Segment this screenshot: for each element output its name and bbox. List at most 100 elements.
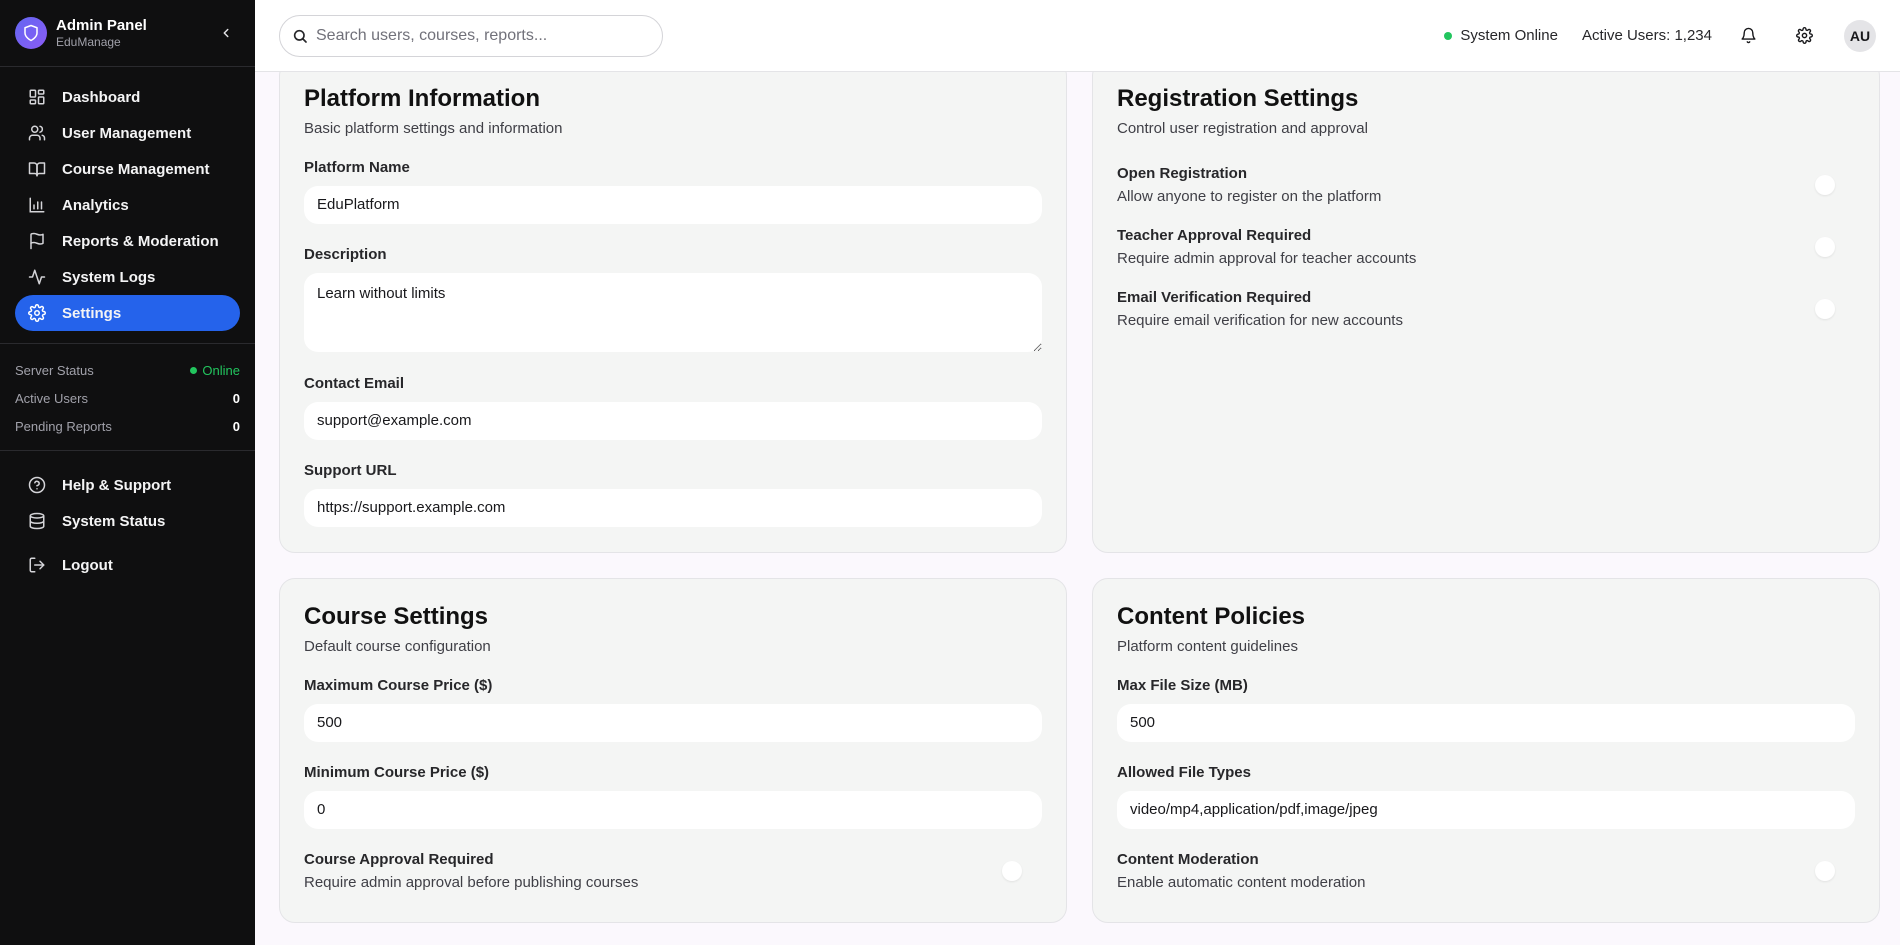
- card-title: Course Settings: [304, 603, 489, 630]
- nav-label: Settings: [62, 304, 122, 322]
- main-area: System Online Active Users: 1,234 AU Pla…: [255, 0, 1900, 945]
- registration-toggle-list: Open Registration Allow anyone to regist…: [1117, 165, 1855, 329]
- max-file-size-input[interactable]: [1117, 703, 1855, 742]
- stat-label: Pending Reports: [15, 418, 112, 434]
- card-subtitle: Default course configuration: [304, 637, 491, 655]
- database-icon: [27, 511, 47, 531]
- logout-icon: [27, 555, 47, 575]
- field-support-url: Support URL: [304, 462, 1042, 527]
- system-status-text: System Online: [1460, 27, 1558, 44]
- card-subtitle: Basic platform settings and information: [304, 119, 563, 137]
- nav-label: Dashboard: [62, 88, 141, 106]
- topbar-right: System Online Active Users: 1,234 AU: [1444, 19, 1876, 52]
- field-min-price: Minimum Course Price ($): [304, 764, 1042, 829]
- description-textarea[interactable]: Learn without limits: [304, 272, 1042, 352]
- settings-content: Platform Information Basic platform sett…: [255, 72, 1900, 945]
- content-moderation-toggle[interactable]: [1811, 859, 1855, 883]
- teacher-approval-toggle[interactable]: [1811, 235, 1855, 259]
- content-policies-card: Content Policies Platform content guidel…: [1092, 578, 1880, 923]
- users-icon: [27, 123, 47, 143]
- setting-description: Require admin approval before publishing…: [304, 873, 639, 891]
- support-url-input[interactable]: [304, 488, 1042, 527]
- settings-grid: Platform Information Basic platform sett…: [279, 72, 1880, 923]
- toggle-knob: [1815, 174, 1835, 195]
- settings-button[interactable]: [1792, 24, 1816, 48]
- nav-item-system-status[interactable]: System Status: [15, 503, 240, 539]
- setting-label: Course Approval Required: [304, 850, 494, 868]
- brand-title: Admin Panel: [56, 16, 147, 34]
- topbar: System Online Active Users: 1,234 AU: [255, 0, 1900, 72]
- toggle-knob: [1815, 860, 1835, 881]
- card-subtitle: Control user registration and approval: [1117, 119, 1368, 137]
- field-max-price: Maximum Course Price ($): [304, 677, 1042, 742]
- flag-icon: [27, 231, 47, 251]
- field-label: Minimum Course Price ($): [304, 763, 490, 781]
- setting-content-moderation: Content Moderation Enable automatic cont…: [1117, 851, 1855, 891]
- status-dot-icon: [1444, 31, 1453, 40]
- stat-value: Online: [202, 362, 240, 378]
- email-verification-toggle[interactable]: [1811, 297, 1855, 321]
- setting-label: Teacher Approval Required: [1117, 226, 1312, 244]
- collapse-sidebar-button[interactable]: [217, 24, 235, 42]
- field-description: Description Learn without limits: [304, 246, 1042, 357]
- search-box[interactable]: [279, 14, 663, 57]
- open-registration-toggle[interactable]: [1811, 173, 1855, 197]
- setting-description: Require email verification for new accou…: [1117, 311, 1403, 329]
- course-approval-toggle[interactable]: [998, 859, 1042, 883]
- main-nav: Dashboard User Management Course Managem…: [0, 67, 255, 331]
- contact-email-input[interactable]: [304, 401, 1042, 440]
- nav-item-course-management[interactable]: Course Management: [15, 151, 240, 187]
- allowed-file-types-input[interactable]: [1117, 790, 1855, 829]
- nav-item-user-management[interactable]: User Management: [15, 115, 240, 151]
- status-dot-icon: [190, 366, 198, 374]
- setting-email-verification: Email Verification Required Require emai…: [1117, 289, 1855, 329]
- dashboard-icon: [27, 87, 47, 107]
- field-platform-name: Platform Name: [304, 159, 1042, 224]
- app-root: Admin Panel EduManage Dashboard User Man…: [0, 0, 1900, 945]
- chevron-left-icon: [223, 28, 229, 38]
- setting-label: Open Registration: [1117, 164, 1248, 182]
- book-icon: [27, 159, 47, 179]
- toggle-knob: [1002, 860, 1022, 881]
- field-max-file-size: Max File Size (MB): [1117, 677, 1855, 742]
- field-label: Allowed File Types: [1117, 763, 1251, 781]
- toggle-knob: [1815, 298, 1835, 319]
- secondary-nav: Help & Support System Status Logout: [0, 451, 255, 583]
- nav-item-reports-moderation[interactable]: Reports & Moderation: [15, 223, 240, 259]
- min-price-input[interactable]: [304, 790, 1042, 829]
- field-label: Maximum Course Price ($): [304, 676, 493, 694]
- field-label: Platform Name: [304, 158, 410, 176]
- server-status-badge: Online: [190, 363, 240, 378]
- nav-item-settings[interactable]: Settings: [15, 295, 240, 331]
- quick-stats: Server Status Online Active Users 0 Pend…: [0, 344, 255, 450]
- field-label: Contact Email: [304, 374, 405, 392]
- nav-item-help-support[interactable]: Help & Support: [15, 467, 240, 503]
- nav-item-analytics[interactable]: Analytics: [15, 187, 240, 223]
- nav-item-system-logs[interactable]: System Logs: [15, 259, 240, 295]
- nav-label: Logout: [62, 556, 113, 574]
- nav-item-dashboard[interactable]: Dashboard: [15, 79, 240, 115]
- field-label: Support URL: [304, 461, 397, 479]
- search-input[interactable]: [316, 26, 636, 45]
- field-label: Description: [304, 245, 387, 263]
- setting-description: Require admin approval for teacher accou…: [1117, 249, 1417, 267]
- field-allowed-file-types: Allowed File Types: [1117, 764, 1855, 829]
- max-price-input[interactable]: [304, 703, 1042, 742]
- brand-header: Admin Panel EduManage: [0, 0, 255, 67]
- nav-item-logout[interactable]: Logout: [15, 547, 240, 583]
- setting-open-registration: Open Registration Allow anyone to regist…: [1117, 165, 1855, 205]
- brand-subtitle: EduManage: [56, 34, 121, 49]
- stat-active-users: Active Users 0: [15, 384, 240, 412]
- setting-label: Email Verification Required: [1117, 288, 1312, 306]
- nav-label: Analytics: [62, 196, 129, 214]
- notifications-button[interactable]: [1736, 24, 1760, 48]
- setting-teacher-approval: Teacher Approval Required Require admin …: [1117, 227, 1855, 267]
- activity-icon: [27, 267, 47, 287]
- course-settings-card: Course Settings Default course configura…: [279, 578, 1067, 923]
- nav-label: System Status: [62, 512, 166, 530]
- stat-server-status: Server Status Online: [15, 356, 240, 384]
- setting-label: Content Moderation: [1117, 850, 1259, 868]
- user-avatar[interactable]: AU: [1844, 19, 1876, 52]
- platform-name-input[interactable]: [304, 185, 1042, 224]
- setting-description: Enable automatic content moderation: [1117, 873, 1366, 891]
